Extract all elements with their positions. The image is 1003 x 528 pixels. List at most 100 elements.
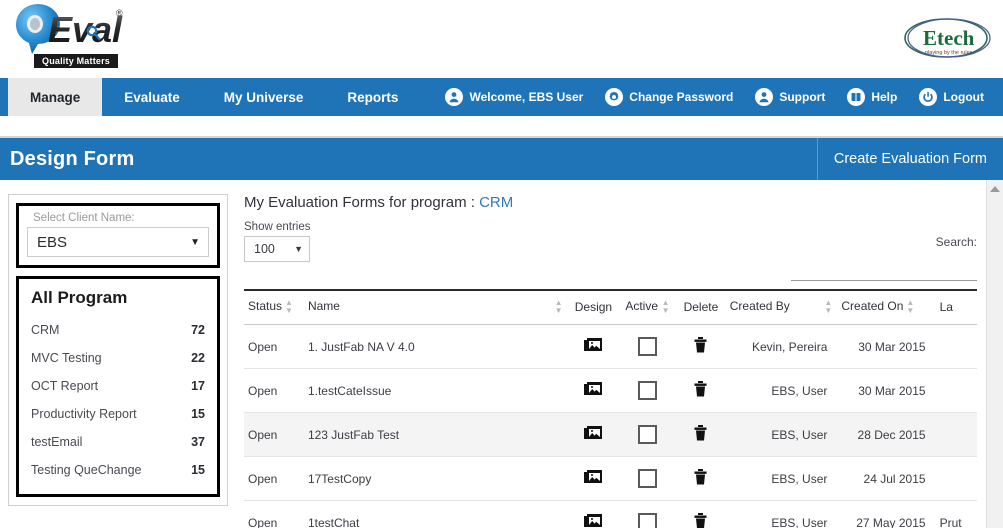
- column-header-status[interactable]: Status ▲ ▼: [244, 289, 304, 325]
- trash-icon[interactable]: [694, 469, 707, 485]
- chevron-down-icon: ▼: [294, 244, 303, 254]
- folder-image-icon[interactable]: [583, 469, 603, 485]
- show-entries-label: Show entries: [244, 221, 311, 233]
- table-body: Open 1. JustFab NA V 4.0 Kevin, Pereira …: [244, 324, 977, 528]
- heading-prefix: My Evaluation Forms for program :: [244, 194, 480, 211]
- svg-text:Etech: Etech: [923, 26, 975, 50]
- cell-status: Open: [244, 368, 304, 413]
- user-icon: [445, 88, 464, 106]
- nav-item-label: Welcome, EBS User: [469, 90, 584, 104]
- cell-delete: [676, 324, 726, 369]
- search-label: Search:: [935, 235, 977, 249]
- nav-item-support[interactable]: Support: [744, 88, 836, 106]
- column-header-active[interactable]: Active ▲ ▼: [619, 289, 677, 325]
- table-controls: Show entries 100 ▼ Search:: [244, 221, 1003, 281]
- show-entries-group: Show entries 100 ▼: [244, 221, 310, 262]
- folder-image-icon[interactable]: [583, 337, 603, 353]
- client-select-label: Select Client Name:: [33, 212, 135, 224]
- folder-image-icon[interactable]: [583, 513, 603, 528]
- nav-tab-manage[interactable]: Manage: [8, 78, 103, 116]
- table-row[interactable]: Open 1.testCateIssue EBS, User 30 Mar 20…: [244, 368, 977, 413]
- etech-logo[interactable]: Etech playing by the rules: [901, 14, 991, 62]
- cell-delete: [676, 456, 726, 501]
- cell-name: 123 JustFab Test: [303, 412, 568, 457]
- column-header-name[interactable]: Name ▲ ▼: [303, 289, 568, 325]
- active-checkbox[interactable]: [638, 425, 658, 444]
- cell-status: Open: [244, 456, 304, 501]
- trash-icon[interactable]: [694, 425, 707, 441]
- sidebar-item-oct-report[interactable]: OCT Report 17: [29, 372, 207, 400]
- client-select-value: EBS: [37, 233, 68, 251]
- trash-icon[interactable]: [694, 381, 707, 397]
- nav-tab-evaluate[interactable]: Evaluate: [102, 78, 202, 116]
- nav-item-label: Change Password: [629, 90, 734, 104]
- cell-active: [619, 500, 677, 528]
- column-header-last[interactable]: La: [935, 289, 977, 325]
- cell-created-on: 27 May 2015: [837, 500, 936, 528]
- sidebar-item-testing-quechange[interactable]: Testing QueChange 15: [29, 456, 207, 484]
- cell-last: [935, 456, 977, 501]
- trash-icon[interactable]: [694, 513, 707, 528]
- sidebar-item-mvc-testing[interactable]: MVC Testing 22: [29, 344, 207, 372]
- nav-tab-reports[interactable]: Reports: [325, 78, 420, 116]
- column-header-created-by[interactable]: Created By ▲ ▼: [725, 289, 838, 325]
- column-label: Created On: [841, 299, 904, 314]
- column-header-design[interactable]: Design: [567, 289, 620, 325]
- column-label: Status: [248, 299, 283, 314]
- program-label: Testing QueChange: [31, 463, 142, 477]
- program-label: OCT Report: [31, 379, 99, 393]
- nav-item-label: Logout: [943, 90, 984, 104]
- cell-status: Open: [244, 324, 304, 369]
- table-row[interactable]: Open 123 JustFab Test EBS, User 28 Dec 2…: [244, 412, 977, 457]
- sidebar: Select Client Name: EBS ▼ All Program CR…: [0, 180, 236, 528]
- trash-icon[interactable]: [694, 337, 707, 353]
- column-label: Active: [625, 299, 659, 314]
- active-checkbox[interactable]: [638, 469, 658, 488]
- cell-active: [619, 412, 677, 457]
- cell-design: [567, 324, 620, 369]
- table-row[interactable]: Open 1. JustFab NA V 4.0 Kevin, Pereira …: [244, 324, 977, 369]
- cell-delete: [676, 412, 726, 457]
- qeval-logo[interactable]: Eval ® Quality Matters: [8, 2, 128, 68]
- column-header-created-on[interactable]: Created On ▲ ▼: [837, 289, 936, 325]
- nav-item-logout[interactable]: Logout: [908, 88, 995, 106]
- cell-delete: [676, 500, 726, 528]
- show-entries-value: 100: [254, 242, 275, 256]
- power-icon: [919, 88, 938, 106]
- folder-image-icon[interactable]: [583, 381, 603, 397]
- column-label: Delete: [683, 300, 719, 314]
- sidebar-item-testemail[interactable]: testEmail 37: [29, 428, 207, 456]
- qeval-tagline: Quality Matters: [34, 54, 119, 68]
- cell-created-by: EBS, User: [725, 456, 838, 501]
- sidebar-item-productivity-report[interactable]: Productivity Report 15: [29, 400, 207, 428]
- scroll-up-arrow-icon[interactable]: [987, 180, 1003, 197]
- column-label: Created By: [729, 299, 790, 313]
- active-checkbox[interactable]: [638, 381, 658, 400]
- cell-created-on: 30 Mar 2015: [837, 368, 936, 413]
- client-select[interactable]: EBS ▼: [27, 227, 209, 257]
- cell-active: [619, 324, 677, 369]
- nav-tab-my-universe[interactable]: My Universe: [202, 78, 326, 116]
- nav-item-welcome[interactable]: Welcome, EBS User: [434, 88, 594, 106]
- active-checkbox[interactable]: [638, 337, 658, 356]
- cell-name: 1.testCateIssue: [303, 368, 568, 413]
- nav-item-help[interactable]: Help: [836, 88, 908, 106]
- show-entries-select[interactable]: 100 ▼: [244, 236, 310, 262]
- main-navigation: Manage Evaluate My Universe Reports Welc…: [0, 78, 1003, 116]
- column-label: La: [939, 300, 953, 314]
- svg-text:playing by the rules: playing by the rules: [925, 50, 973, 56]
- table-row[interactable]: Open 1testChat EBS, User 27 May 2015 Pru…: [244, 500, 977, 528]
- active-checkbox[interactable]: [638, 513, 658, 528]
- nav-item-change-password[interactable]: Change Password: [594, 88, 744, 106]
- cell-design: [567, 456, 620, 501]
- column-header-delete[interactable]: Delete: [676, 289, 726, 325]
- program-count: 37: [191, 435, 205, 449]
- program-label: Productivity Report: [31, 407, 137, 421]
- sort-arrows-icon: ▲ ▼: [906, 298, 915, 315]
- sidebar-item-crm[interactable]: CRM 72: [29, 316, 207, 344]
- create-evaluation-form-button[interactable]: Create Evaluation Form: [816, 138, 1003, 180]
- folder-image-icon[interactable]: [583, 425, 603, 441]
- search-input[interactable]: [791, 257, 977, 281]
- table-row[interactable]: Open 17TestCopy EBS, User 24 Jul 2015: [244, 456, 977, 501]
- page-scrollbar[interactable]: [986, 180, 1003, 528]
